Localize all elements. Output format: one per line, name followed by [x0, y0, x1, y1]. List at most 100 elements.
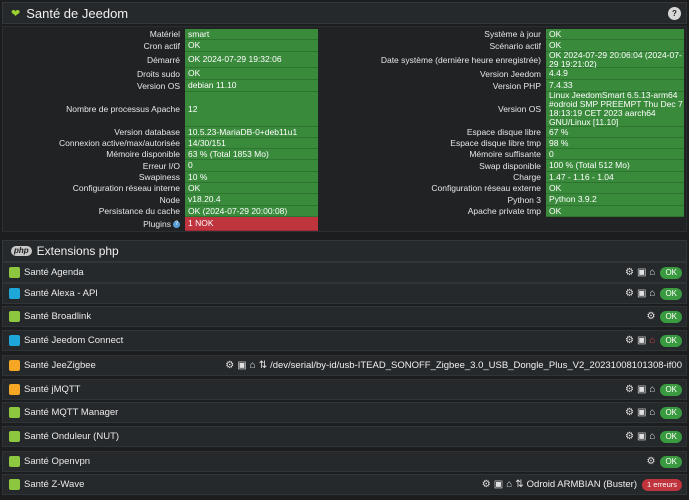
camera-icon[interactable]: ▣ [237, 360, 246, 371]
bank-icon[interactable]: ⌂ [649, 407, 655, 418]
plugin-label: Santé Broadlink [24, 311, 92, 322]
plugin-label: Santé MQTT Manager [24, 407, 119, 418]
bank-icon[interactable]: ⌂ [649, 267, 655, 278]
camera-icon[interactable]: ▣ [637, 431, 646, 442]
arrows-icon[interactable]: ⇅ [259, 360, 267, 371]
php-icon: php [11, 246, 32, 256]
plugin-icon [9, 431, 20, 442]
health-label: Swap disponible [479, 160, 541, 171]
plugin-row[interactable]: Santé JeeZigbee ⚙ ▣ ⌂ ⇅/dev/serial/by-id/usb… [2, 355, 687, 376]
health-label: Système à jour [484, 29, 541, 39]
health-row: Apache private tmp OK [3, 206, 686, 217]
health-label: Mémoire suffisante [469, 149, 541, 159]
health-row: Charge 1.47 - 1.16 - 1.04 [3, 172, 686, 183]
cogs-icon[interactable]: ⚙ [646, 456, 655, 467]
health-row: Date système (dernière heure enregistrée… [3, 50, 686, 68]
extensions-panel-header: php Extensions php [2, 240, 687, 262]
plugin-actions: ⚙ OK [646, 307, 682, 326]
plugin-label: Santé JeeZigbee [24, 360, 96, 371]
plugin-icon [9, 288, 20, 299]
health-value: 100 % (Total 512 Mo) [546, 160, 684, 172]
plugin-row[interactable]: Santé jMQTT ⚙ ▣ ⌂ OK [2, 379, 687, 400]
health-row: Swap disponible 100 % (Total 512 Mo) [3, 160, 686, 172]
plugin-label: Santé Jeedom Connect [24, 335, 124, 346]
plugin-actions: ⚙ ▣ ⌂ ⇅ Odroid ARMBIAN (Buster) 1 erreurs [482, 475, 682, 494]
plugin-row[interactable]: Santé Alexa - API ⚙ ▣ ⌂ OK [2, 283, 687, 304]
bank-icon[interactable]: ⌂ [649, 335, 655, 346]
bank-icon[interactable]: ⌂ [506, 479, 512, 490]
plugin-row[interactable]: Santé Openvpn ⚙ OK [2, 451, 687, 472]
health-value: 0 [546, 149, 684, 160]
health-value: 67 % [546, 127, 684, 138]
plugin-icon [9, 335, 20, 346]
bank-icon[interactable]: ⌂ [649, 431, 655, 442]
plugin-label: Santé Onduleur (NUT) [24, 431, 120, 442]
health-label: Version Jeedom [480, 68, 541, 79]
cogs-icon[interactable]: ⚙ [625, 407, 634, 418]
health-row: Version Jeedom 4.4.9 [3, 68, 686, 80]
camera-icon[interactable]: ▣ [637, 335, 646, 346]
help-icon[interactable]: ? [668, 7, 681, 20]
plugin-label: Santé jMQTT [24, 384, 81, 395]
health-value: OK [546, 29, 684, 40]
health-panel-header: ❤ Santé de Jeedom ? [2, 2, 687, 24]
cogs-icon[interactable]: ⚙ [625, 431, 634, 442]
bank-icon[interactable]: ⌂ [649, 288, 655, 299]
health-value: 1.47 - 1.16 - 1.04 [546, 172, 684, 183]
plugin-icon [9, 360, 20, 371]
plugin-row[interactable]: Santé Onduleur (NUT) ⚙ ▣ ⌂ OK [2, 426, 687, 447]
status-badge: OK [660, 430, 682, 443]
health-row: Configuration réseau externe OK [3, 183, 686, 194]
cogs-icon[interactable]: ⚙ [625, 288, 634, 299]
camera-icon[interactable]: ▣ [494, 479, 503, 490]
cogs-icon[interactable]: ⚙ [625, 335, 634, 346]
status-badge: OK [660, 266, 682, 279]
plugin-icon [9, 311, 20, 322]
health-label: Version PHP [492, 80, 541, 91]
health-value: OK 2024-07-29 20:06:04 (2024-07-29 19:21… [546, 50, 684, 68]
plugin-actions: ⚙ ▣ ⌂ ⇅/dev/serial/by-id/usb-ITEAD_SONOFF_Z… [225, 356, 682, 375]
health-label: Python 3 [507, 194, 541, 205]
plugin-actions: ⚙ ▣ ⌂ OK [625, 284, 682, 303]
camera-icon[interactable]: ▣ [637, 384, 646, 395]
plugin-row[interactable]: Santé Agenda ⚙ ▣ ⌂ OK [2, 262, 687, 283]
health-value: OK [546, 183, 684, 194]
camera-icon[interactable]: ▣ [637, 407, 646, 418]
plugin-label: Santé Agenda [24, 267, 84, 278]
health-row: Espace disque libre 67 % [3, 127, 686, 138]
heartbeat-icon: ❤ [11, 7, 21, 20]
cogs-icon[interactable]: ⚙ [225, 360, 234, 371]
error-badge[interactable]: 1 erreurs [641, 478, 682, 491]
status-badge: OK [660, 287, 682, 300]
bank-icon[interactable]: ⌂ [649, 384, 655, 395]
health-value: OK [546, 206, 684, 217]
health-value: Linux JeedomSmart 6.5.13-arm64 #odroid S… [546, 91, 684, 127]
bank-icon[interactable]: ⌂ [250, 360, 256, 371]
health-value: 4.4.9 [546, 68, 684, 80]
health-label: Espace disque libre tmp [450, 138, 541, 148]
health-row: Plugins? 1 NOK [3, 217, 686, 231]
health-label: Configuration réseau externe [431, 183, 541, 193]
cogs-icon[interactable]: ⚙ [482, 479, 491, 490]
cogs-icon[interactable]: ⚙ [646, 311, 655, 322]
camera-icon[interactable]: ▣ [637, 267, 646, 278]
status-badge: OK [660, 310, 682, 323]
plugin-row[interactable]: Santé Z-Wave ⚙ ▣ ⌂ ⇅ Odroid ARMBIAN (Buster) 1… [2, 474, 687, 495]
cogs-icon[interactable]: ⚙ [625, 384, 634, 395]
plugin-actions: ⚙ OK [646, 452, 682, 471]
plugin-row[interactable]: Santé MQTT Manager ⚙ ▣ ⌂ OK [2, 402, 687, 423]
camera-icon[interactable]: ▣ [637, 288, 646, 299]
plugin-actions: ⚙ ▣ ⌂ OK [625, 331, 682, 350]
health-row: Version OS Linux JeedomSmart 6.5.13-arm64… [3, 91, 686, 127]
plugin-actions: ⚙ ▣ ⌂ OK [625, 403, 682, 422]
plugin-row[interactable]: Santé Broadlink ⚙ OK [2, 306, 687, 327]
health-label: Charge [513, 172, 541, 182]
arrows-icon[interactable]: ⇅ [515, 479, 523, 490]
plugin-label: Santé Alexa - API [24, 288, 98, 299]
plugin-icon [9, 479, 20, 490]
plugins-help-icon[interactable]: ? [173, 220, 180, 228]
status-badge: OK [660, 455, 682, 468]
health-value: 1 NOK [185, 217, 318, 231]
cogs-icon[interactable]: ⚙ [625, 267, 634, 278]
plugin-row[interactable]: Santé Jeedom Connect ⚙ ▣ ⌂ OK [2, 330, 687, 351]
